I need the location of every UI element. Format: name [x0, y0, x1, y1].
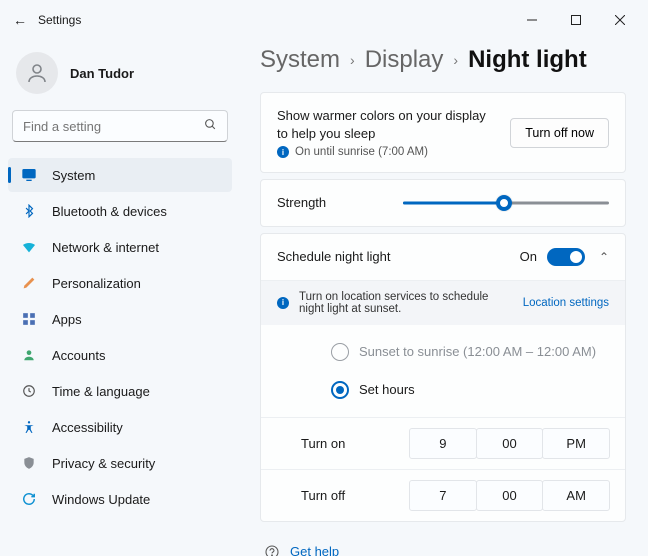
- turn-on-row: Turn on 9 00 PM: [261, 418, 625, 470]
- schedule-state: On: [520, 249, 537, 264]
- person-icon: [20, 346, 38, 364]
- crumb-display[interactable]: Display: [365, 46, 444, 74]
- radio-icon: [331, 343, 349, 361]
- card-summary: Show warmer colors on your display to he…: [260, 92, 626, 173]
- nav-privacy[interactable]: Privacy & security: [8, 446, 232, 480]
- summary-desc: Show warmer colors on your display to he…: [277, 107, 487, 142]
- slider-thumb[interactable]: [496, 195, 512, 211]
- radio-sunset[interactable]: Sunset to sunrise (12:00 AM – 12:00 AM): [331, 333, 625, 371]
- nav-label: Privacy & security: [52, 456, 155, 471]
- card-strength: Strength: [260, 179, 626, 227]
- nav-label: Network & internet: [52, 240, 159, 255]
- search-box[interactable]: [12, 110, 228, 142]
- schedule-label: Schedule night light: [277, 249, 520, 264]
- back-button[interactable]: ←: [6, 12, 34, 28]
- nav-label: Accounts: [52, 348, 105, 363]
- minimize-button[interactable]: [510, 5, 554, 35]
- crumb-night-light: Night light: [468, 46, 587, 74]
- location-banner: i Turn on location services to schedule …: [261, 281, 625, 325]
- nav-time[interactable]: Time & language: [8, 374, 232, 408]
- chevron-right-icon: ›: [350, 52, 355, 68]
- nav-label: Windows Update: [52, 492, 150, 507]
- nav-list: System Bluetooth & devices Network & int…: [8, 158, 232, 518]
- help-icon: [264, 544, 280, 556]
- search-icon: [204, 118, 217, 134]
- nav-label: Apps: [52, 312, 82, 327]
- nav-update[interactable]: Windows Update: [8, 482, 232, 516]
- nav-label: Personalization: [52, 276, 141, 291]
- nav-label: Time & language: [52, 384, 150, 399]
- location-settings-link[interactable]: Location settings: [523, 297, 609, 309]
- apps-icon: [20, 310, 38, 328]
- avatar: [16, 52, 58, 94]
- nav-apps[interactable]: Apps: [8, 302, 232, 336]
- nav-label: Accessibility: [52, 420, 123, 435]
- chevron-up-icon[interactable]: ⌃: [599, 250, 609, 264]
- close-button[interactable]: [598, 5, 642, 35]
- brush-icon: [20, 274, 38, 292]
- nav-label: System: [52, 168, 95, 183]
- card-schedule: Schedule night light On ⌃ i Turn on loca…: [260, 233, 626, 522]
- turn-on-min[interactable]: 00: [476, 428, 544, 459]
- radio-sunset-label: Sunset to sunrise (12:00 AM – 12:00 AM): [359, 344, 596, 359]
- turn-off-label: Turn off: [301, 488, 409, 503]
- nav-accounts[interactable]: Accounts: [8, 338, 232, 372]
- sidebar: Dan Tudor System Bluetooth & devices Net…: [0, 40, 240, 556]
- turn-off-hour[interactable]: 7: [409, 480, 477, 511]
- nav-system[interactable]: System: [8, 158, 232, 192]
- summary-status: On until sunrise (7:00 AM): [295, 146, 428, 158]
- update-icon: [20, 490, 38, 508]
- nav-accessibility[interactable]: Accessibility: [8, 410, 232, 444]
- search-input[interactable]: [23, 119, 204, 134]
- window-title: Settings: [38, 13, 81, 27]
- radio-icon: [331, 381, 349, 399]
- clock-icon: [20, 382, 38, 400]
- user-name: Dan Tudor: [70, 66, 134, 81]
- nav-bluetooth[interactable]: Bluetooth & devices: [8, 194, 232, 228]
- turn-on-ampm[interactable]: PM: [542, 428, 610, 459]
- strength-slider[interactable]: [403, 195, 609, 211]
- shield-icon: [20, 454, 38, 472]
- crumb-system[interactable]: System: [260, 46, 340, 74]
- breadcrumb: System › Display › Night light: [260, 46, 626, 74]
- maximize-button[interactable]: [554, 5, 598, 35]
- chevron-right-icon: ›: [453, 52, 458, 68]
- turn-off-ampm[interactable]: AM: [542, 480, 610, 511]
- help-row: Get help: [260, 528, 626, 556]
- user-block[interactable]: Dan Tudor: [8, 46, 232, 110]
- nav-network[interactable]: Network & internet: [8, 230, 232, 264]
- turn-off-min[interactable]: 00: [476, 480, 544, 511]
- main-content: System › Display › Night light Show warm…: [240, 40, 648, 556]
- turn-off-button[interactable]: Turn off now: [510, 118, 609, 148]
- turn-on-hour[interactable]: 9: [409, 428, 477, 459]
- accessibility-icon: [20, 418, 38, 436]
- nav-label: Bluetooth & devices: [52, 204, 167, 219]
- turn-off-row: Turn off 7 00 AM: [261, 470, 625, 521]
- radio-set-hours[interactable]: Set hours: [331, 371, 625, 409]
- turn-on-label: Turn on: [301, 436, 409, 451]
- system-icon: [20, 166, 38, 184]
- wifi-icon: [20, 238, 38, 256]
- nav-personalization[interactable]: Personalization: [8, 266, 232, 300]
- info-icon: i: [277, 146, 289, 158]
- titlebar: ← Settings: [0, 0, 648, 40]
- radio-hours-label: Set hours: [359, 382, 415, 397]
- schedule-toggle[interactable]: [547, 248, 585, 266]
- get-help-link[interactable]: Get help: [290, 544, 339, 556]
- strength-label: Strength: [277, 194, 377, 212]
- banner-text: Turn on location services to schedule ni…: [299, 291, 513, 315]
- bluetooth-icon: [20, 202, 38, 220]
- info-icon: i: [277, 297, 289, 309]
